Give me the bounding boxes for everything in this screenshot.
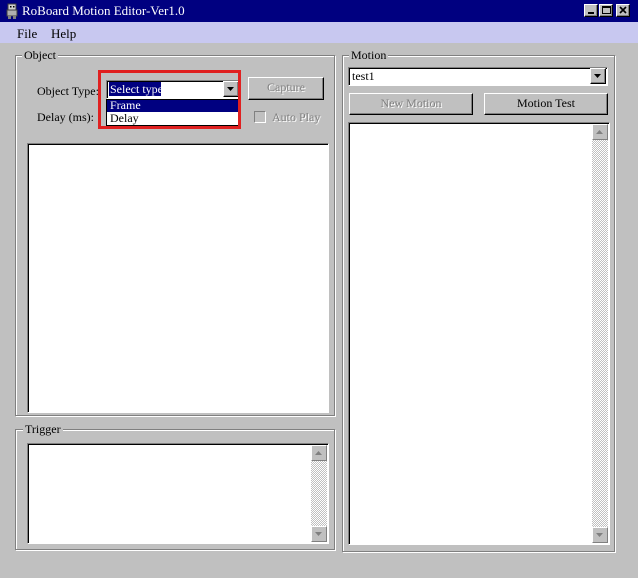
highlight-outline — [98, 70, 241, 129]
auto-play-label: Auto Play — [272, 110, 321, 124]
delay-label: Delay (ms): — [37, 110, 94, 124]
menu-file[interactable]: File — [17, 26, 37, 42]
window-title: RoBoard Motion Editor-Ver1.0 — [22, 3, 185, 18]
menu-bar: File Help — [0, 22, 638, 43]
app-icon[interactable] — [5, 3, 19, 19]
trigger-scroll-up-button[interactable] — [311, 445, 327, 461]
title-bar[interactable]: RoBoard Motion Editor-Ver1.0 — [0, 0, 638, 22]
motion-selected-value: test1 — [352, 69, 375, 83]
trigger-group-label: Trigger — [23, 422, 63, 436]
minimize-button[interactable] — [584, 4, 598, 17]
object-group-label: Object — [22, 48, 58, 62]
motion-scroll-down-button[interactable] — [592, 527, 608, 543]
motion-scrollbar[interactable] — [592, 124, 608, 543]
object-list[interactable] — [27, 143, 329, 413]
trigger-text-area[interactable] — [27, 443, 329, 544]
maximize-button[interactable] — [599, 4, 613, 17]
motion-dropdown-button[interactable] — [590, 68, 606, 84]
trigger-scroll-down-button[interactable] — [311, 526, 327, 542]
motion-list[interactable] — [348, 122, 610, 545]
close-button[interactable] — [616, 4, 630, 17]
motion-test-button[interactable]: Motion Test — [484, 93, 608, 115]
auto-play-checkbox[interactable] — [254, 111, 266, 123]
motion-select[interactable] — [348, 67, 608, 86]
object-type-label: Object Type: — [37, 84, 99, 98]
new-motion-button[interactable]: New Motion — [349, 93, 473, 115]
menu-help[interactable]: Help — [51, 26, 76, 42]
capture-button[interactable]: Capture — [248, 77, 324, 100]
motion-scroll-up-button[interactable] — [592, 124, 608, 140]
motion-group-label: Motion — [349, 48, 389, 62]
